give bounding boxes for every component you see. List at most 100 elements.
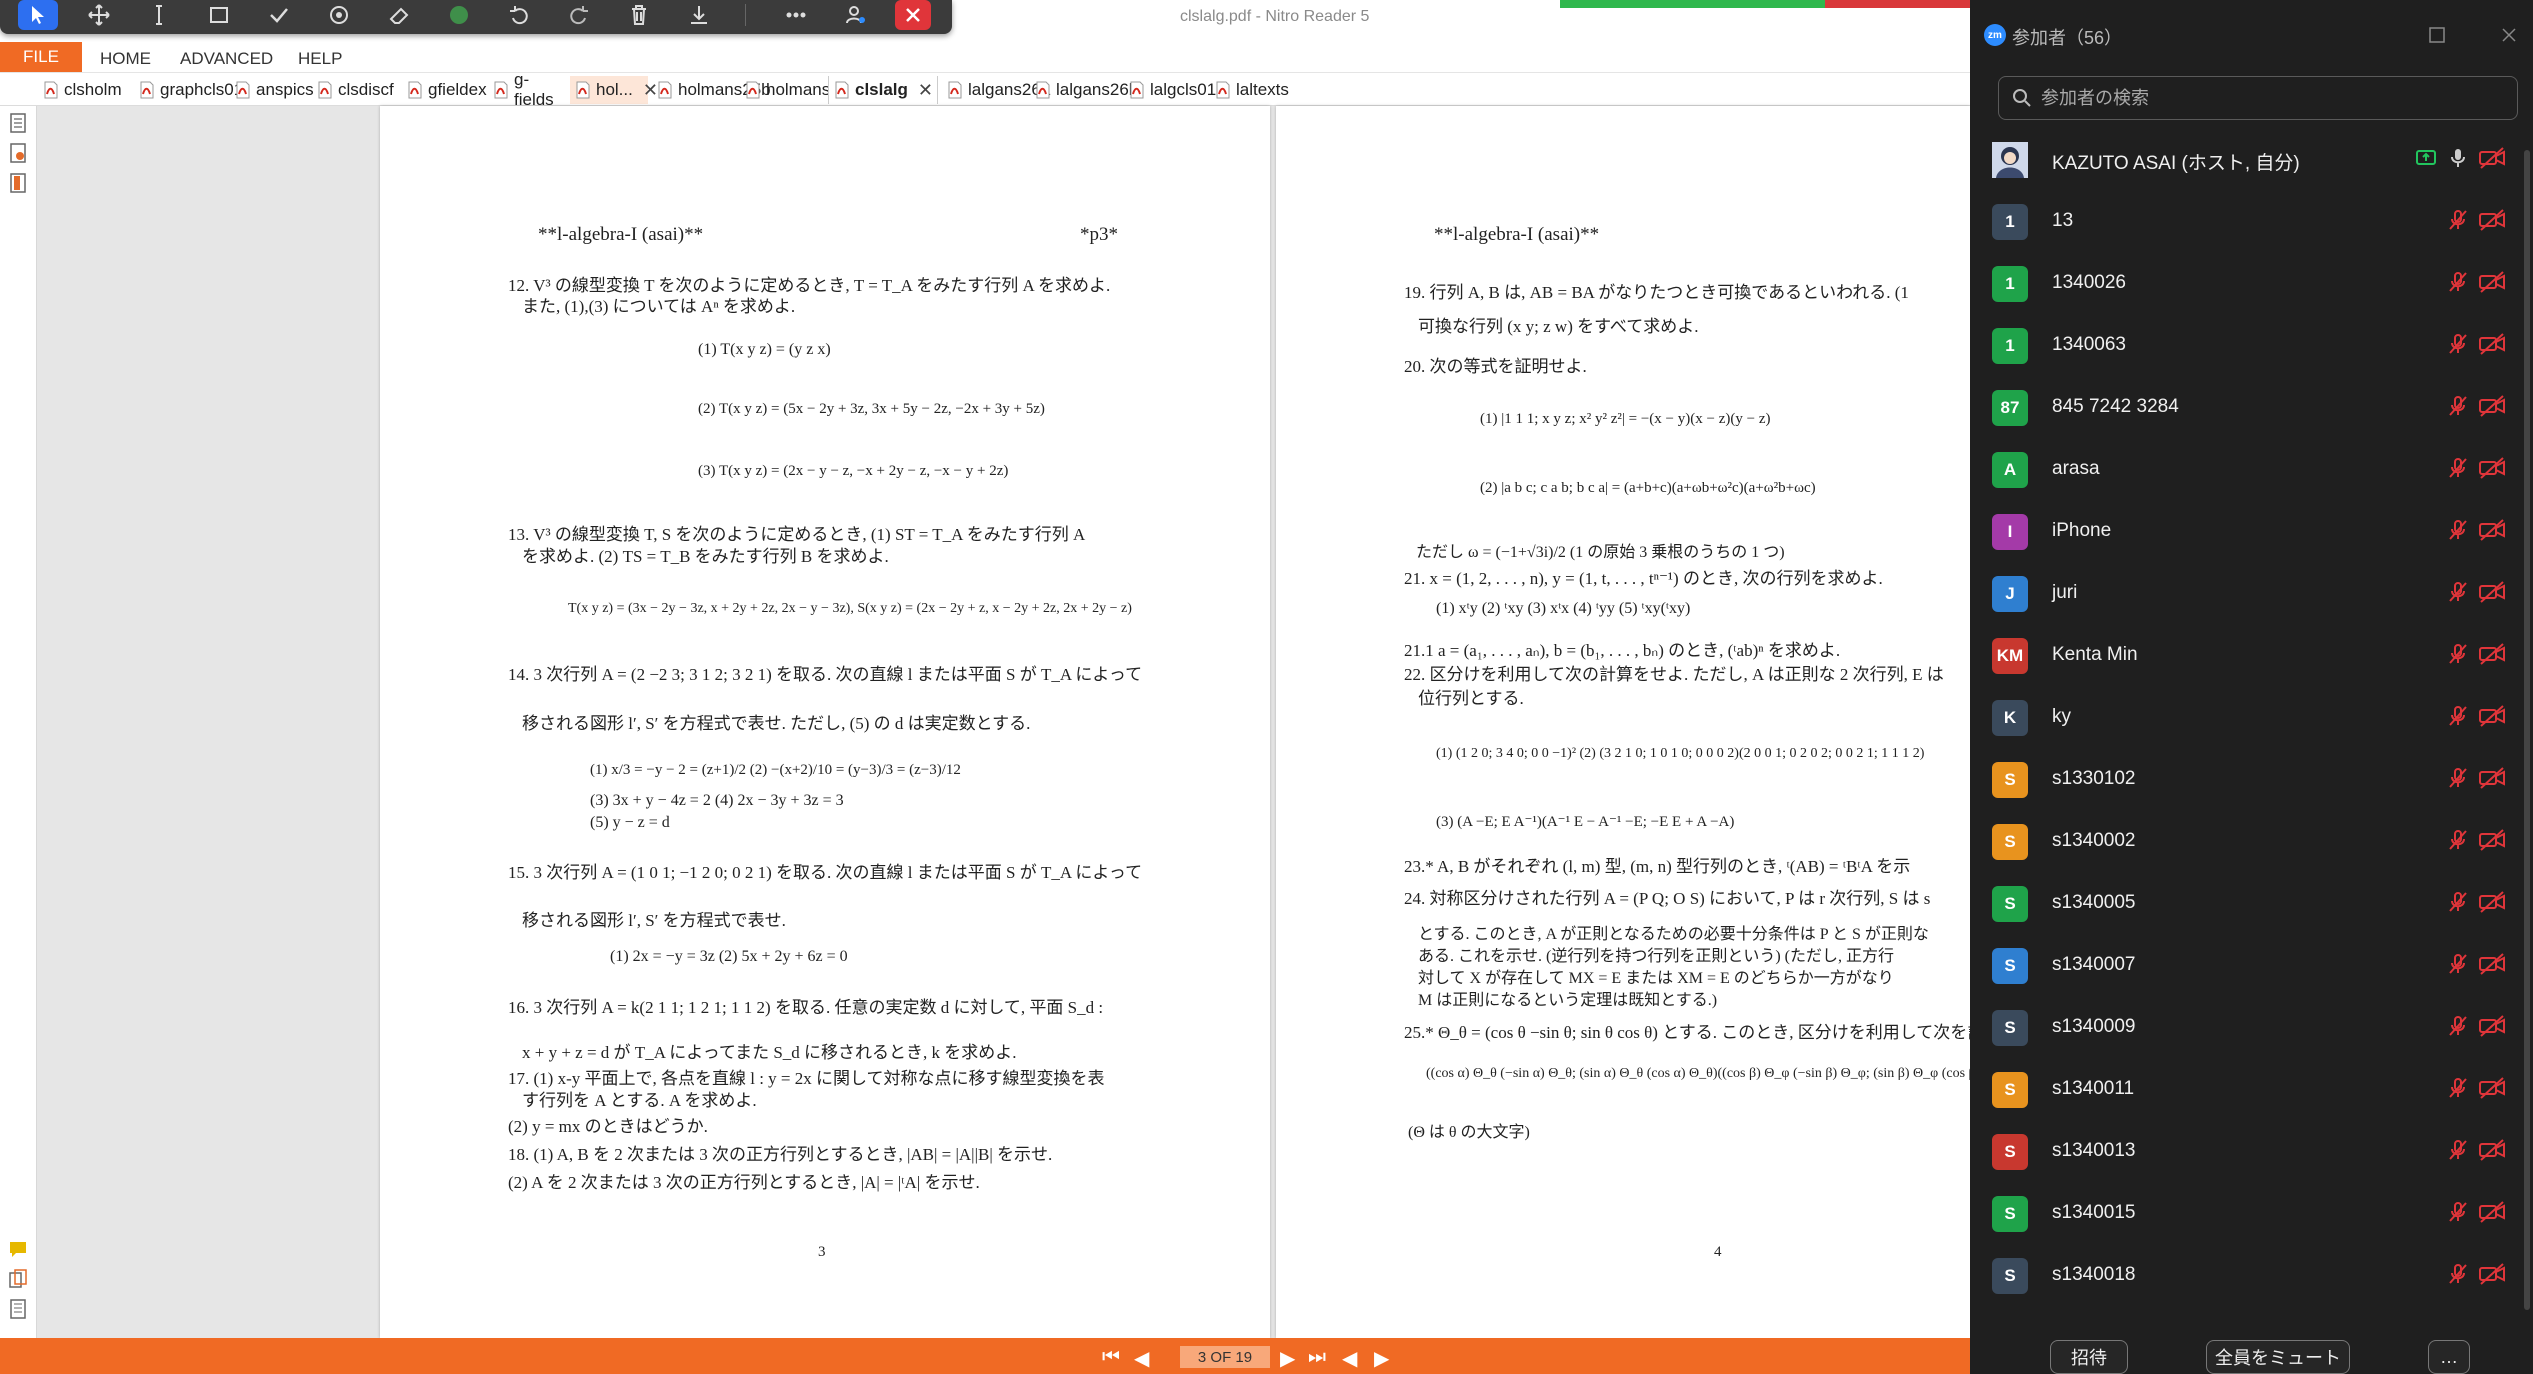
- participant-row[interactable]: 1 1340063: [1970, 314, 2515, 376]
- microphone-icon[interactable]: [2446, 146, 2470, 170]
- muted-microphone-icon[interactable]: [2446, 518, 2470, 542]
- text-cursor-icon[interactable]: [138, 0, 180, 30]
- comments-icon[interactable]: [8, 1238, 28, 1260]
- video-off-icon[interactable]: [2478, 642, 2506, 666]
- video-off-icon[interactable]: [2478, 208, 2506, 232]
- doc-tab[interactable]: clsholm: [38, 76, 130, 104]
- muted-microphone-icon[interactable]: [2446, 1014, 2470, 1038]
- color-picker-icon[interactable]: [438, 0, 480, 30]
- video-off-icon[interactable]: [2478, 270, 2506, 294]
- participant-row[interactable]: 1 1340026: [1970, 252, 2515, 314]
- invite-button[interactable]: 招待: [2050, 1340, 2128, 1374]
- participant-row[interactable]: Jjuri: [1970, 562, 2515, 624]
- participant-row[interactable]: 87 845 7242 3284: [1970, 376, 2515, 438]
- participant-row[interactable]: Ss1330102: [1970, 748, 2515, 810]
- muted-microphone-icon[interactable]: [2446, 270, 2470, 294]
- participant-row[interactable]: 1 13: [1970, 190, 2515, 252]
- page-indicator[interactable]: 3 OF 19: [1180, 1346, 1270, 1368]
- muted-microphone-icon[interactable]: [2446, 1138, 2470, 1162]
- first-page-icon[interactable]: ⏮: [1102, 1346, 1120, 1369]
- muted-microphone-icon[interactable]: [2446, 332, 2470, 356]
- muted-microphone-icon[interactable]: [2446, 394, 2470, 418]
- forward-view-icon[interactable]: ▶: [1374, 1346, 1389, 1371]
- layers-icon[interactable]: [8, 1298, 28, 1320]
- muted-microphone-icon[interactable]: [2446, 704, 2470, 728]
- mute-all-button[interactable]: 全員をミュート: [2206, 1340, 2350, 1374]
- video-off-icon[interactable]: [2478, 146, 2506, 170]
- trash-icon[interactable]: [618, 0, 660, 30]
- tab-advanced[interactable]: ADVANCED: [180, 49, 273, 69]
- copy-pages-icon[interactable]: [8, 1268, 28, 1290]
- doc-tab[interactable]: g-fields: [488, 70, 566, 109]
- muted-microphone-icon[interactable]: [2446, 642, 2470, 666]
- participant-row[interactable]: Ss1340007: [1970, 934, 2515, 996]
- muted-microphone-icon[interactable]: [2446, 1200, 2470, 1224]
- doc-tab[interactable]: hol... ✕: [570, 76, 658, 104]
- video-off-icon[interactable]: [2478, 828, 2506, 852]
- pages-icon[interactable]: [8, 112, 28, 134]
- doc-tab[interactable]: clslalg ✕: [828, 76, 938, 104]
- video-off-icon[interactable]: [2478, 580, 2506, 604]
- doc-tab[interactable]: lalgcls01: [1124, 76, 1216, 104]
- participant-row[interactable]: Ss1340011: [1970, 1058, 2515, 1120]
- video-off-icon[interactable]: [2478, 332, 2506, 356]
- back-view-icon[interactable]: ◀: [1342, 1346, 1357, 1371]
- video-off-icon[interactable]: [2478, 952, 2506, 976]
- stamp-icon[interactable]: [318, 0, 360, 30]
- user-settings-icon[interactable]: [835, 0, 877, 30]
- muted-microphone-icon[interactable]: [2446, 890, 2470, 914]
- video-off-icon[interactable]: [2478, 766, 2506, 790]
- file-tab[interactable]: FILE: [0, 42, 82, 72]
- video-off-icon[interactable]: [2478, 890, 2506, 914]
- doc-tab[interactable]: anspics: [230, 76, 314, 104]
- undo-icon[interactable]: [498, 0, 540, 30]
- participant-row[interactable]: Ss1340015: [1970, 1182, 2515, 1244]
- close-panel-icon[interactable]: [2500, 26, 2518, 44]
- muted-microphone-icon[interactable]: [2446, 1262, 2470, 1286]
- participant-row[interactable]: IiPhone: [1970, 500, 2515, 562]
- video-off-icon[interactable]: [2478, 394, 2506, 418]
- muted-microphone-icon[interactable]: [2446, 766, 2470, 790]
- pan-icon[interactable]: [78, 0, 120, 30]
- video-off-icon[interactable]: [2478, 1262, 2506, 1286]
- muted-microphone-icon[interactable]: [2446, 1076, 2470, 1100]
- participant-row[interactable]: Aarasa: [1970, 438, 2515, 500]
- muted-microphone-icon[interactable]: [2446, 208, 2470, 232]
- bookmarks-icon[interactable]: [8, 172, 28, 194]
- video-off-icon[interactable]: [2478, 1200, 2506, 1224]
- muted-microphone-icon[interactable]: [2446, 456, 2470, 480]
- download-icon[interactable]: [678, 0, 720, 30]
- video-off-icon[interactable]: [2478, 518, 2506, 542]
- doc-tab[interactable]: holmans25b: [652, 76, 771, 104]
- participant-row[interactable]: Kky: [1970, 686, 2515, 748]
- popout-icon[interactable]: [2428, 26, 2446, 44]
- scrollbar[interactable]: [2524, 150, 2530, 1310]
- doc-tab[interactable]: laltexts: [1210, 76, 1289, 104]
- muted-microphone-icon[interactable]: [2446, 952, 2470, 976]
- tab-home[interactable]: HOME: [100, 49, 151, 69]
- video-off-icon[interactable]: [2478, 1138, 2506, 1162]
- more-options-button[interactable]: …: [2428, 1340, 2470, 1374]
- rectangle-icon[interactable]: [198, 0, 240, 30]
- select-arrow-icon[interactable]: [18, 0, 58, 30]
- doc-tab[interactable]: graphcls01: [134, 76, 243, 104]
- participant-row[interactable]: Ss1340018: [1970, 1244, 2515, 1306]
- redo-icon[interactable]: [558, 0, 600, 30]
- participant-row[interactable]: Ss1340013: [1970, 1120, 2515, 1182]
- checkmark-icon[interactable]: [258, 0, 300, 30]
- doc-tab[interactable]: lalgans26a: [942, 76, 1050, 104]
- muted-microphone-icon[interactable]: [2446, 828, 2470, 852]
- video-off-icon[interactable]: [2478, 1014, 2506, 1038]
- video-off-icon[interactable]: [2478, 456, 2506, 480]
- attachments-icon[interactable]: [8, 142, 28, 164]
- tab-help[interactable]: HELP: [298, 49, 342, 69]
- video-off-icon[interactable]: [2478, 704, 2506, 728]
- doc-tab[interactable]: lalgans26b: [1030, 76, 1138, 104]
- more-icon[interactable]: [775, 0, 817, 30]
- eraser-icon[interactable]: [378, 0, 420, 30]
- next-page-icon[interactable]: ▶: [1280, 1346, 1295, 1371]
- close-icon[interactable]: [895, 0, 931, 30]
- doc-tab[interactable]: gfieldex: [402, 76, 487, 104]
- doc-tab[interactable]: holmans25a: [740, 76, 859, 104]
- participant-row[interactable]: KM Kenta Min: [1970, 624, 2515, 686]
